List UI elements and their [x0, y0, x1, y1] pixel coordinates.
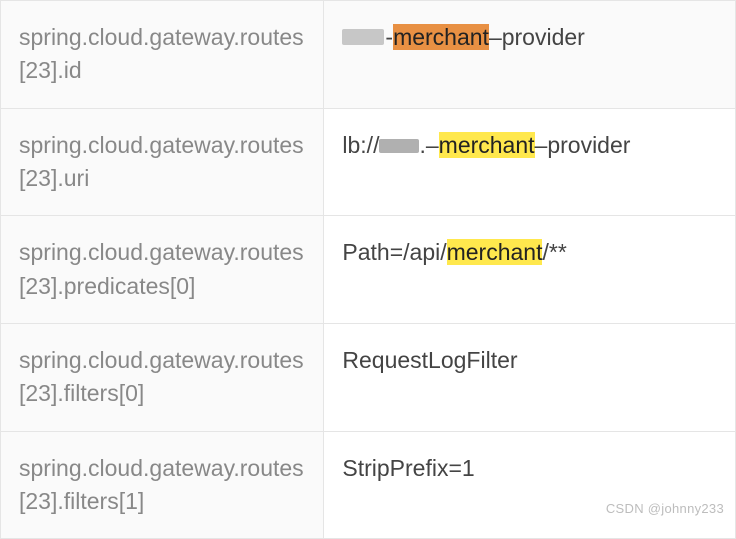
config-value: lb:// .–merchant–provider — [324, 108, 736, 216]
watermark: CSDN @johnny233 — [606, 501, 724, 516]
value-post: /** — [542, 239, 566, 265]
redacted-icon — [379, 139, 419, 153]
table-row: spring.cloud.gateway.routes[23].id -merc… — [1, 1, 736, 109]
value-prefix: Path=/api/ — [342, 239, 446, 265]
table-row: spring.cloud.gateway.routes[23].filters[… — [1, 324, 736, 432]
config-value: StripPrefix=1 — [324, 431, 736, 539]
highlight: merchant — [439, 132, 535, 158]
value-post: –provider — [535, 132, 631, 158]
value-pre: .– — [419, 132, 438, 158]
config-key: spring.cloud.gateway.routes[23].predicat… — [1, 216, 324, 324]
config-value: -merchant–provider — [324, 1, 736, 109]
table-row: spring.cloud.gateway.routes[23].uri lb:/… — [1, 108, 736, 216]
config-value: RequestLogFilter — [324, 324, 736, 432]
config-value: Path=/api/merchant/** — [324, 216, 736, 324]
config-key: spring.cloud.gateway.routes[23].filters[… — [1, 431, 324, 539]
table-row: spring.cloud.gateway.routes[23].predicat… — [1, 216, 736, 324]
highlight: merchant — [393, 24, 489, 50]
table-row: spring.cloud.gateway.routes[23].filters[… — [1, 431, 736, 539]
highlight: merchant — [447, 239, 543, 265]
config-key: spring.cloud.gateway.routes[23].id — [1, 1, 324, 109]
config-key: spring.cloud.gateway.routes[23].filters[… — [1, 324, 324, 432]
config-table: spring.cloud.gateway.routes[23].id -merc… — [0, 0, 736, 539]
value-post: –provider — [489, 24, 585, 50]
redacted-icon — [342, 29, 384, 45]
value-pre: - — [385, 24, 393, 50]
value-prefix: lb:// — [342, 132, 379, 158]
config-key: spring.cloud.gateway.routes[23].uri — [1, 108, 324, 216]
